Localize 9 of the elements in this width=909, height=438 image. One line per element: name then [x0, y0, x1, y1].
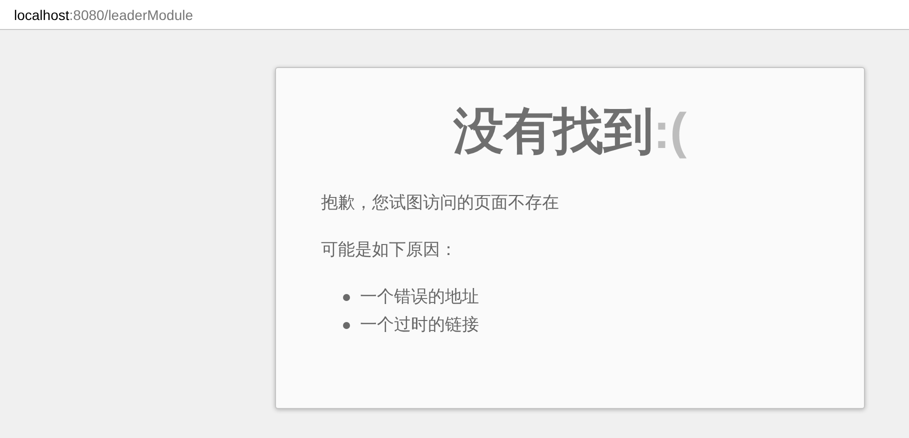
reason-item: 一个过时的链接	[360, 314, 479, 337]
reasons-heading: 可能是如下原因：	[321, 239, 458, 261]
address-url[interactable]: localhost:8080/leaderModule	[14, 6, 194, 22]
reason-item: 一个错误的地址	[360, 286, 479, 309]
page-title: 没有找到	[453, 101, 654, 162]
bullet-icon	[343, 322, 350, 328]
error-message: 抱歉，您试图访问的页面不存在	[321, 192, 560, 214]
bullet-icon	[343, 294, 350, 300]
sad-emoticon: :(	[653, 102, 687, 160]
